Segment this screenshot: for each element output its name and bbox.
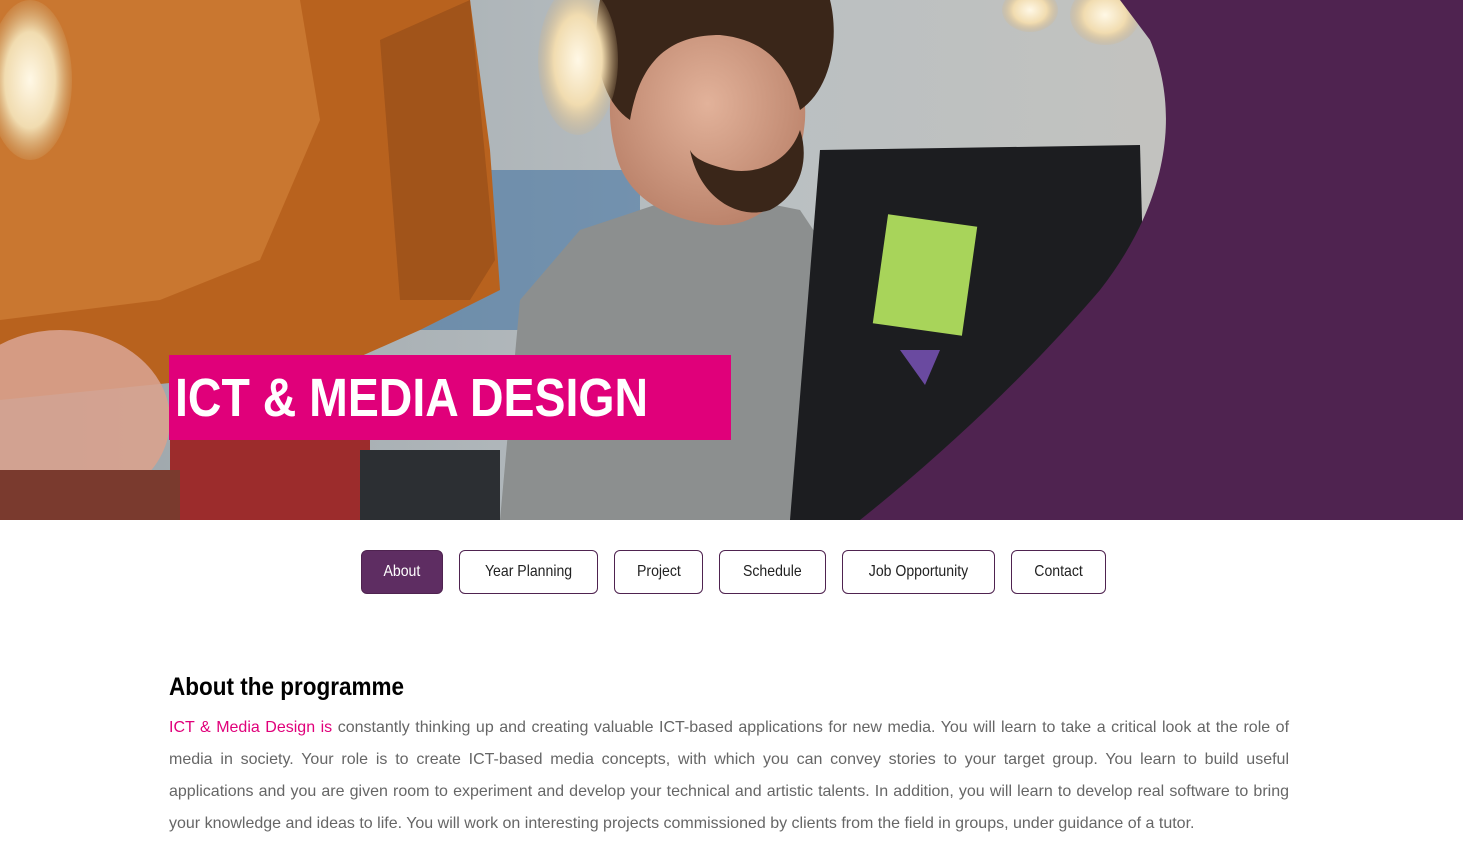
tab-about-label: About xyxy=(383,563,421,580)
section-tabs: About Year Planning Project Schedule Job… xyxy=(0,550,1463,594)
tab-schedule[interactable]: Schedule xyxy=(719,550,827,594)
tab-contact[interactable]: Contact xyxy=(1011,550,1107,594)
tab-year-planning-label: Year Planning xyxy=(484,563,572,580)
hero-title: ICT & MEDIA DESIGN xyxy=(175,367,649,428)
tab-job-opportunity-label: Job Opportunity xyxy=(868,563,969,580)
tab-year-planning[interactable]: Year Planning xyxy=(458,550,598,594)
hero-photo xyxy=(0,0,1463,520)
tab-about[interactable]: About xyxy=(360,550,443,594)
tab-contact-label: Contact xyxy=(1034,563,1083,580)
about-body-text: constantly thinking up and creating valu… xyxy=(169,719,1290,832)
about-heading: About the programme xyxy=(169,673,405,701)
tab-project-label: Project xyxy=(636,563,681,580)
about-section: About the programme ICT & Media Design i… xyxy=(169,672,1289,840)
tab-job-opportunity[interactable]: Job Opportunity xyxy=(842,550,996,594)
about-lead-highlight: ICT & Media Design is xyxy=(169,719,333,736)
tab-project[interactable]: Project xyxy=(613,550,704,594)
tab-schedule-label: Schedule xyxy=(743,563,803,580)
hero-banner: ICT & MEDIA DESIGN xyxy=(0,0,1463,520)
hero-title-box: ICT & MEDIA DESIGN xyxy=(169,355,732,440)
about-paragraph: ICT & Media Design is constantly thinkin… xyxy=(169,712,1289,840)
